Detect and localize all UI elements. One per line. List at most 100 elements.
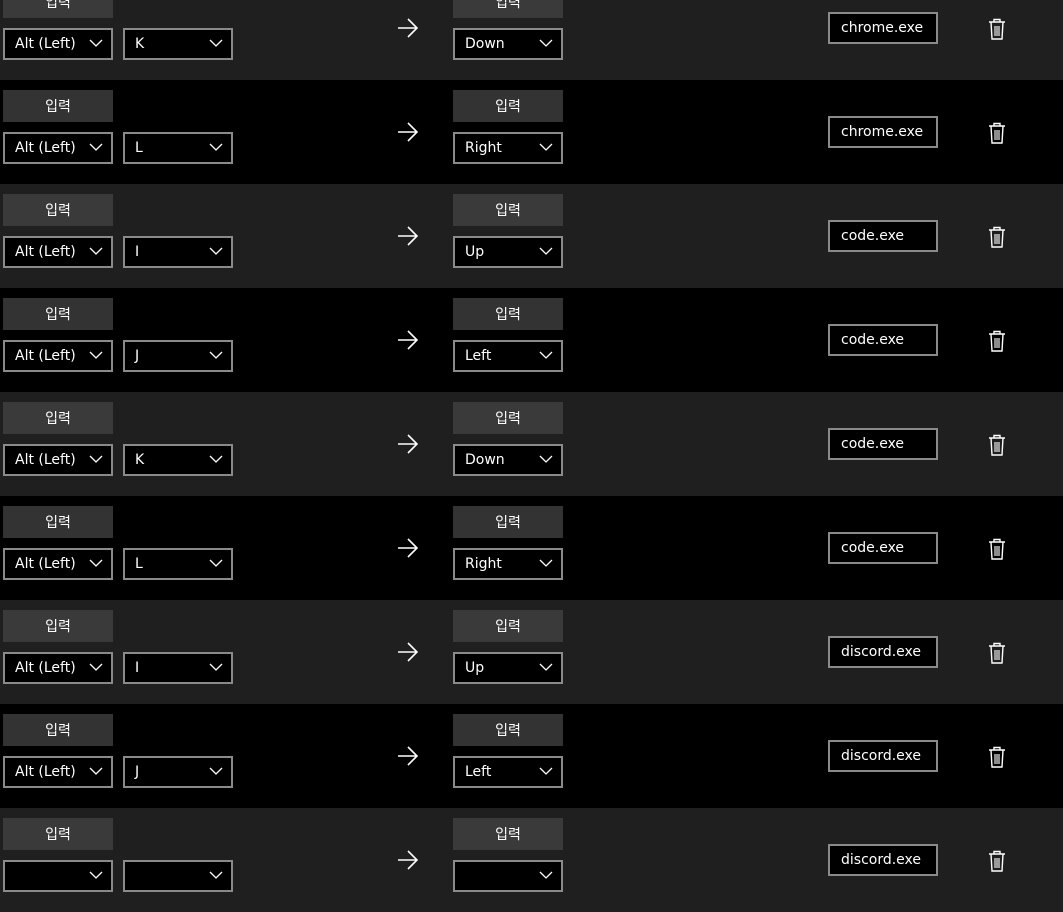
key-value: K	[135, 452, 145, 468]
modifier-dropdown[interactable]: Alt (Left)	[3, 340, 113, 372]
key-dropdown[interactable]: K	[123, 444, 233, 476]
modifier-value: Alt (Left)	[15, 348, 76, 364]
target-key-dropdown[interactable]: Left	[453, 340, 563, 372]
modifier-dropdown[interactable]: Alt (Left)	[3, 444, 113, 476]
target-app-input[interactable]: code.exe	[828, 220, 938, 252]
chevron-down-icon	[209, 351, 223, 359]
target-key-dropdown[interactable]: Down	[453, 444, 563, 476]
chevron-down-icon	[89, 143, 103, 151]
target-key-value: Left	[465, 348, 492, 364]
chevron-down-icon	[89, 247, 103, 255]
target-type-button[interactable]: 입력	[453, 90, 563, 122]
target-type-button[interactable]: 입력	[453, 402, 563, 434]
target-key-dropdown[interactable]: Up	[453, 236, 563, 268]
original-type-button[interactable]: 입력	[3, 714, 113, 746]
key-dropdown[interactable]: L	[123, 548, 233, 580]
arrow-right-icon	[398, 642, 419, 662]
target-type-button[interactable]: 입력	[453, 610, 563, 642]
chevron-down-icon	[209, 455, 223, 463]
chevron-down-icon	[539, 767, 553, 775]
arrow-right-icon	[398, 18, 419, 38]
modifier-dropdown[interactable]: Alt (Left)	[3, 132, 113, 164]
target-key-dropdown[interactable]: Down	[453, 28, 563, 60]
original-type-button[interactable]: 입력	[3, 194, 113, 226]
target-type-button[interactable]: 입력	[453, 818, 563, 850]
original-type-button[interactable]: 입력	[3, 90, 113, 122]
target-app-input[interactable]: code.exe	[828, 428, 938, 460]
trash-icon[interactable]	[987, 122, 1007, 144]
target-type-button[interactable]: 입력	[453, 714, 563, 746]
trash-icon[interactable]	[987, 538, 1007, 560]
target-key-value: Down	[465, 36, 505, 52]
target-type-button[interactable]: 입력	[453, 194, 563, 226]
chevron-down-icon	[539, 455, 553, 463]
chevron-down-icon	[89, 455, 103, 463]
remap-row: 입력 Alt (Left) L 입력 Right chrome.exe	[0, 80, 1063, 184]
chevron-down-icon	[539, 247, 553, 255]
original-type-button[interactable]: 입력	[3, 402, 113, 434]
modifier-dropdown[interactable]	[3, 860, 113, 892]
target-key-dropdown[interactable]: Left	[453, 756, 563, 788]
target-key-value: Down	[465, 452, 505, 468]
modifier-dropdown[interactable]: Alt (Left)	[3, 28, 113, 60]
chevron-down-icon	[89, 767, 103, 775]
key-value: K	[135, 36, 145, 52]
key-dropdown[interactable]	[123, 860, 233, 892]
target-type-button[interactable]: 입력	[453, 506, 563, 538]
target-type-button[interactable]: 입력	[453, 298, 563, 330]
modifier-value: Alt (Left)	[15, 660, 76, 676]
remap-row: 입력 Alt (Left) J 입력 Left discord.exe	[0, 704, 1063, 808]
original-type-button[interactable]: 입력	[3, 298, 113, 330]
trash-icon[interactable]	[987, 746, 1007, 768]
target-key-dropdown[interactable]: Up	[453, 652, 563, 684]
remap-row: 입력 Alt (Left) I 입력 Up discord.exe	[0, 600, 1063, 704]
key-dropdown[interactable]: J	[123, 756, 233, 788]
original-type-button[interactable]: 입력	[3, 818, 113, 850]
target-key-value: Right	[465, 140, 502, 156]
key-dropdown[interactable]: K	[123, 28, 233, 60]
trash-icon[interactable]	[987, 850, 1007, 872]
arrow-right-icon	[398, 122, 419, 142]
chevron-down-icon	[89, 559, 103, 567]
key-dropdown[interactable]: L	[123, 132, 233, 164]
target-key-dropdown[interactable]	[453, 860, 563, 892]
target-app-input[interactable]: code.exe	[828, 532, 938, 564]
original-type-button[interactable]: 입력	[3, 0, 113, 18]
trash-icon[interactable]	[987, 330, 1007, 352]
key-dropdown[interactable]: I	[123, 652, 233, 684]
arrow-right-icon	[398, 330, 419, 350]
target-type-button[interactable]: 입력	[453, 0, 563, 18]
trash-icon[interactable]	[987, 434, 1007, 456]
trash-icon[interactable]	[987, 642, 1007, 664]
target-app-input[interactable]: discord.exe	[828, 844, 938, 876]
target-app-input[interactable]: chrome.exe	[828, 12, 938, 44]
original-type-button[interactable]: 입력	[3, 506, 113, 538]
key-dropdown[interactable]: J	[123, 340, 233, 372]
target-app-input[interactable]: discord.exe	[828, 636, 938, 668]
key-dropdown[interactable]: I	[123, 236, 233, 268]
arrow-right-icon	[398, 434, 419, 454]
modifier-dropdown[interactable]: Alt (Left)	[3, 236, 113, 268]
remap-row: 입력 Alt (Left) L 입력 Right code.exe	[0, 496, 1063, 600]
modifier-dropdown[interactable]: Alt (Left)	[3, 652, 113, 684]
modifier-dropdown[interactable]: Alt (Left)	[3, 548, 113, 580]
trash-icon[interactable]	[987, 18, 1007, 40]
key-value: J	[135, 764, 140, 780]
trash-icon[interactable]	[987, 226, 1007, 248]
chevron-down-icon	[539, 871, 553, 879]
remap-row: 입력 Alt (Left) K 입력 Down chrome.exe	[0, 0, 1063, 80]
modifier-value: Alt (Left)	[15, 36, 76, 52]
remap-row: 입력 입력 discord.exe	[0, 808, 1063, 912]
modifier-dropdown[interactable]: Alt (Left)	[3, 756, 113, 788]
chevron-down-icon	[209, 871, 223, 879]
target-key-dropdown[interactable]: Right	[453, 548, 563, 580]
target-app-input[interactable]: discord.exe	[828, 740, 938, 772]
key-value: L	[135, 556, 143, 572]
chevron-down-icon	[209, 663, 223, 671]
target-key-dropdown[interactable]: Right	[453, 132, 563, 164]
target-app-input[interactable]: code.exe	[828, 324, 938, 356]
original-type-button[interactable]: 입력	[3, 610, 113, 642]
chevron-down-icon	[209, 559, 223, 567]
key-value: L	[135, 140, 143, 156]
target-app-input[interactable]: chrome.exe	[828, 116, 938, 148]
